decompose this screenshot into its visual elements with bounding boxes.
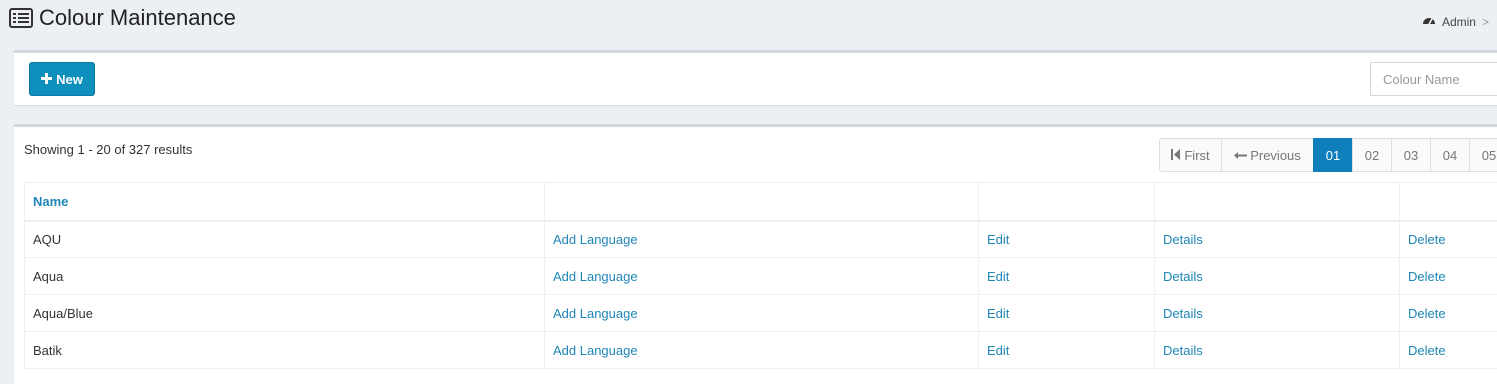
results-box: Showing 1 - 20 of 327 results First Prev… (14, 124, 1497, 384)
delete-link[interactable]: Delete (1408, 269, 1446, 284)
pagination-page-05[interactable]: 05 (1469, 138, 1497, 172)
breadcrumb: Admin > (1422, 14, 1489, 29)
colour-name-cell: AQU (25, 221, 545, 258)
list-icon (9, 8, 33, 28)
table-row: Batik Add Language Edit Details Delete (25, 332, 1497, 369)
column-header-blank (1155, 183, 1400, 221)
colour-name-search-input[interactable] (1370, 62, 1497, 96)
table-row: Aqua Add Language Edit Details Delete (25, 258, 1497, 295)
details-link[interactable]: Details (1163, 306, 1203, 321)
add-language-link[interactable]: Add Language (553, 306, 638, 321)
details-link[interactable]: Details (1163, 232, 1203, 247)
pagination-previous-label: Previous (1250, 148, 1301, 163)
add-language-link[interactable]: Add Language (553, 232, 638, 247)
edit-link[interactable]: Edit (987, 232, 1009, 247)
table-header-row: Name (25, 183, 1497, 221)
pagination: First Previous 01 02 03 04 05 (1159, 138, 1497, 172)
new-button-label: New (56, 72, 83, 87)
pagination-page-01[interactable]: 01 (1313, 138, 1353, 172)
breadcrumb-separator: > (1482, 15, 1489, 29)
table-row: AQU Add Language Edit Details Delete (25, 221, 1497, 258)
toolbar-box: New (14, 50, 1497, 105)
arrow-left-icon (1234, 148, 1247, 163)
delete-link[interactable]: Delete (1408, 306, 1446, 321)
add-language-link[interactable]: Add Language (553, 269, 638, 284)
pagination-page-02[interactable]: 02 (1352, 138, 1392, 172)
new-button[interactable]: New (29, 62, 95, 96)
pagination-page-03[interactable]: 03 (1391, 138, 1431, 172)
column-header-name[interactable]: Name (25, 183, 545, 221)
colour-name-cell: Aqua/Blue (25, 295, 545, 332)
edit-link[interactable]: Edit (987, 269, 1009, 284)
pagination-page-04[interactable]: 04 (1430, 138, 1470, 172)
details-link[interactable]: Details (1163, 343, 1203, 358)
page-header: Colour Maintenance Admin > (0, 0, 1497, 40)
results-summary: Showing 1 - 20 of 327 results (24, 142, 192, 157)
edit-link[interactable]: Edit (987, 306, 1009, 321)
delete-link[interactable]: Delete (1408, 232, 1446, 247)
dashboard-icon (1422, 14, 1436, 29)
table-row: Aqua/Blue Add Language Edit Details Dele… (25, 295, 1497, 332)
add-language-link[interactable]: Add Language (553, 343, 638, 358)
breadcrumb-admin[interactable]: Admin (1442, 15, 1476, 29)
pagination-first-label: First (1184, 148, 1209, 163)
column-header-blank (1400, 183, 1497, 221)
colour-table: Name AQU Add Language Edit Details Delet… (24, 182, 1497, 369)
page-title-text: Colour Maintenance (39, 5, 236, 31)
colour-name-cell: Batik (25, 332, 545, 369)
pagination-first-button[interactable]: First (1159, 138, 1222, 172)
pagination-previous-button[interactable]: Previous (1221, 138, 1314, 172)
step-backward-icon (1171, 148, 1181, 163)
details-link[interactable]: Details (1163, 269, 1203, 284)
page-title: Colour Maintenance (9, 5, 236, 31)
column-header-blank (979, 183, 1155, 221)
colour-name-cell: Aqua (25, 258, 545, 295)
plus-icon (41, 72, 52, 87)
column-header-blank (545, 183, 979, 221)
edit-link[interactable]: Edit (987, 343, 1009, 358)
delete-link[interactable]: Delete (1408, 343, 1446, 358)
